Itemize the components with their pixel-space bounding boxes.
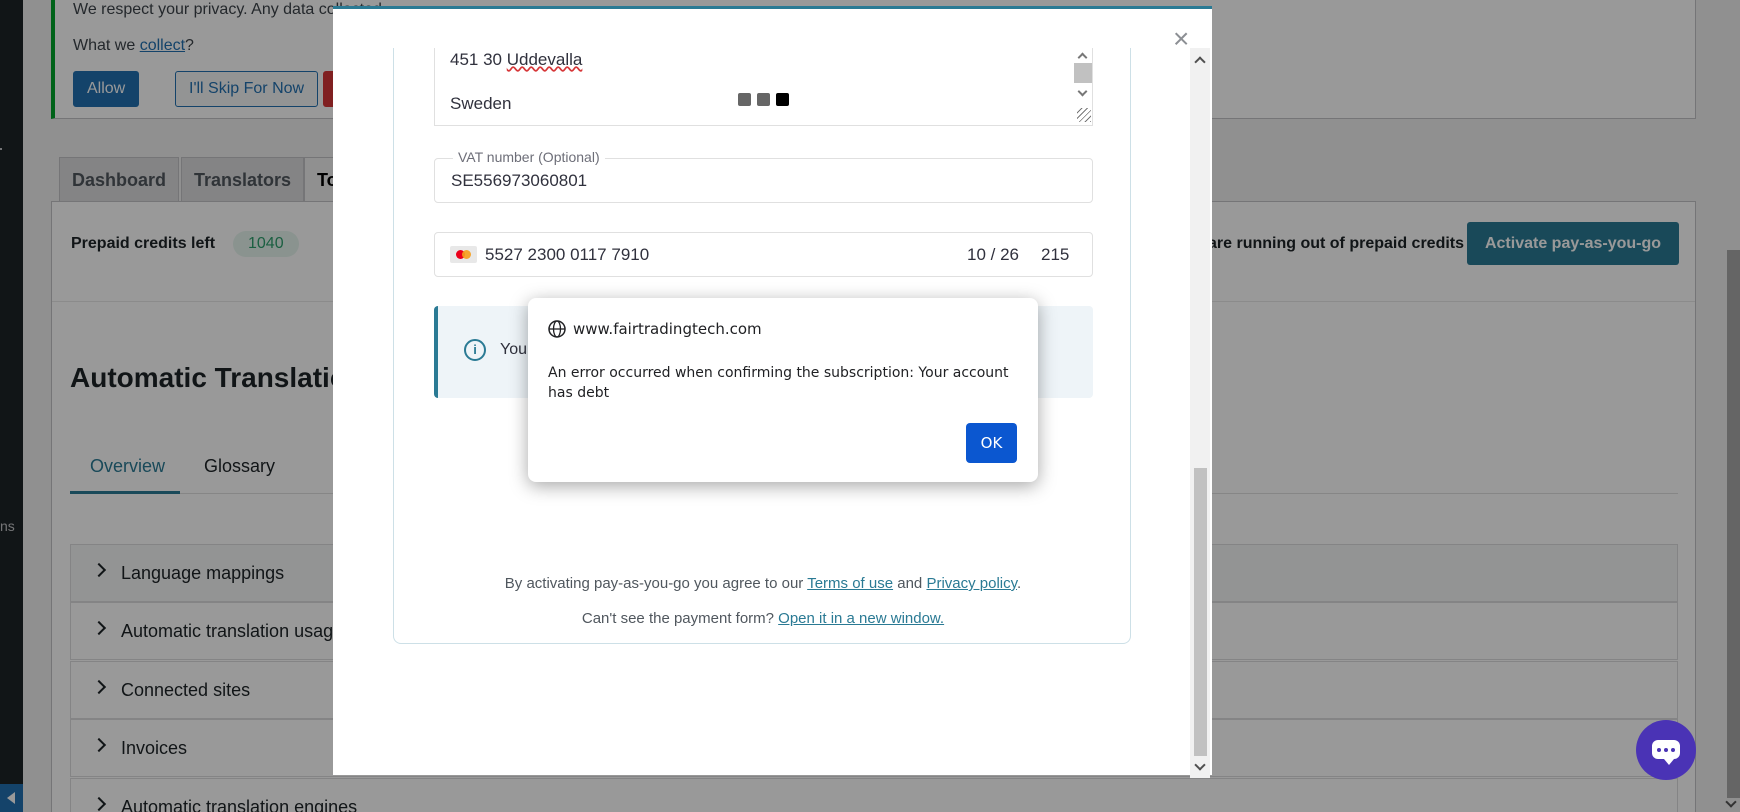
globe-icon (548, 320, 566, 338)
address-scrollbar[interactable] (1073, 48, 1093, 124)
address-postcode: 451 30 (450, 50, 507, 69)
address-textarea[interactable]: 451 30 Uddevalla Sweden (434, 48, 1093, 126)
address-scrollbar-thumb[interactable] (1074, 63, 1092, 83)
modal-scrollbar[interactable] (1190, 48, 1210, 778)
address-line-2: Sweden (450, 94, 512, 113)
card-cvc: 215 (1041, 245, 1070, 264)
chevron-up-icon[interactable] (1194, 56, 1206, 68)
mastercard-icon (450, 246, 477, 263)
alert-origin: www.fairtradingtech.com (573, 320, 762, 338)
open-new-window-link[interactable]: Open it in a new window. (778, 610, 944, 627)
newwin-prefix: Can't see the payment form? (581, 610, 779, 627)
vat-label: VAT number (Optional) (453, 149, 605, 165)
card-field[interactable]: 5527 2300 0117 7910 10 / 26 215 (434, 232, 1093, 277)
vat-number-field[interactable]: VAT number (Optional) SE556973060801 (434, 149, 1093, 203)
alert-ok-button[interactable]: OK (966, 423, 1017, 463)
terms-link[interactable]: Terms of use (807, 575, 893, 592)
resize-grip-icon[interactable] (1077, 108, 1091, 122)
privacy-link[interactable]: Privacy policy (926, 575, 1017, 592)
open-new-window-line: Can't see the payment form? Open it in a… (394, 610, 1132, 627)
chat-icon (1652, 740, 1680, 765)
chevron-up-icon[interactable] (1077, 52, 1088, 63)
chat-button[interactable] (1636, 720, 1696, 780)
alert-message: An error occurred when confirming the su… (548, 365, 1009, 401)
info-icon: i (464, 339, 486, 361)
terms-agreement: By activating pay-as-you-go you agree to… (394, 575, 1132, 592)
address-line-1: 451 30 Uddevalla (450, 50, 582, 70)
modal-scrollbar-thumb[interactable] (1194, 468, 1207, 756)
card-expiry: 10 / 26 (967, 245, 1019, 264)
agree-suffix: . (1017, 575, 1022, 592)
chevron-down-icon[interactable] (1077, 86, 1088, 97)
loading-dots (738, 93, 795, 111)
vat-value: SE556973060801 (451, 171, 588, 190)
address-city: Uddevalla (506, 50, 583, 69)
card-number: 5527 2300 0117 7910 (485, 245, 650, 264)
browser-alert-dialog: www.fairtradingtech.com An error occurre… (528, 298, 1038, 482)
chevron-down-icon[interactable] (1194, 759, 1206, 771)
info-text: You (500, 341, 527, 358)
agree-prefix: By activating pay-as-you-go you agree to… (504, 575, 808, 592)
close-icon[interactable]: × (1173, 25, 1189, 53)
agree-and: and (893, 575, 927, 592)
